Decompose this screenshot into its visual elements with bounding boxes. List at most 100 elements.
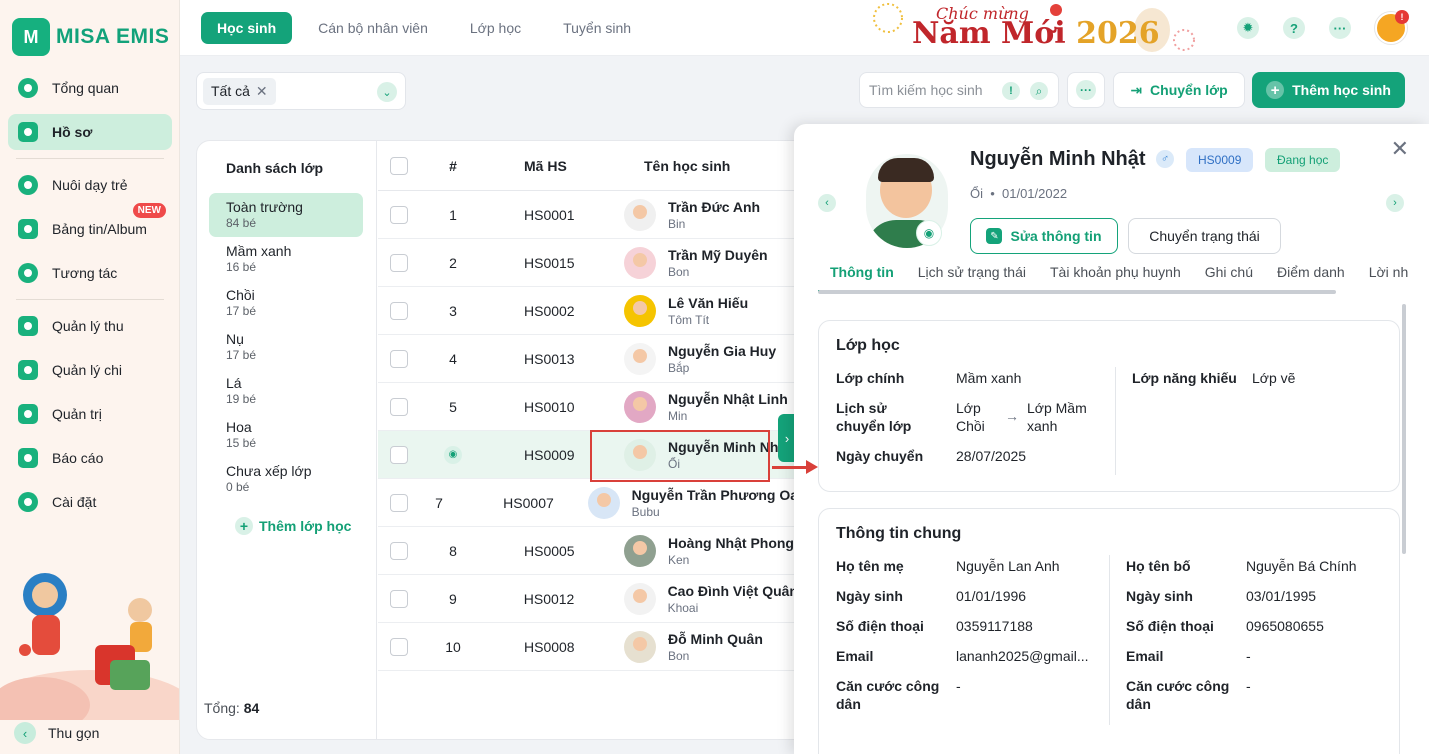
more-icon[interactable]: ··· (1329, 17, 1351, 39)
class-item-mam-xanh[interactable]: Mầm xanh 16 bé (209, 237, 363, 281)
sidebar-item-quan-tri[interactable]: Quản trị (8, 396, 172, 432)
row-checkbox[interactable] (390, 637, 408, 656)
sidebar-item-label: Quản lý chi (52, 362, 123, 378)
row-checkbox[interactable] (390, 493, 408, 512)
sidebar-item-bao-cao[interactable]: Báo cáo (8, 440, 172, 476)
add-class-button[interactable]: + Thêm lớp học (235, 517, 351, 535)
student-name[interactable]: Đỗ Minh Quân (668, 631, 763, 647)
camera-icon[interactable]: ◉ (916, 220, 942, 246)
class-item-la[interactable]: Lá 19 bé (209, 369, 363, 413)
tab-tai-khoan-phu-huynh[interactable]: Tài khoản phụ huynh (1038, 264, 1193, 292)
student-nickname: Min (668, 408, 688, 423)
tab-tuyen-sinh[interactable]: Tuyển sinh (547, 12, 647, 44)
table-row[interactable]: 5 HS0010 Nguyễn Nhật Linh Min (378, 383, 798, 431)
table-row[interactable]: 3 HS0002 Lê Văn Hiếu Tôm Tít (378, 287, 798, 335)
tab-lop-hoc[interactable]: Lớp học (454, 12, 537, 44)
row-checkbox[interactable] (390, 205, 408, 224)
row-checkbox-cell (378, 205, 422, 224)
class-list: Toàn trường 84 bé Mầm xanh 16 bé Chồi 17 bé… (209, 193, 363, 501)
sidebar-item-cai-dat[interactable]: Cài đặt (8, 484, 172, 520)
close-icon[interactable]: ✕ (1391, 136, 1409, 162)
search-icon[interactable]: ⌕ (1030, 82, 1048, 100)
tab-ghi-chu[interactable]: Ghi chú (1193, 264, 1265, 292)
row-checkbox[interactable] (390, 349, 408, 368)
chevron-down-icon[interactable]: ⌄ (377, 82, 397, 102)
student-name[interactable]: Lê Văn Hiếu (668, 295, 748, 311)
class-item-chua-xep-lop[interactable]: Chưa xếp lớp 0 bé (209, 457, 363, 501)
father-dob: 03/01/1995 (1246, 588, 1317, 604)
student-code: HS0010 (524, 398, 575, 415)
student-name[interactable]: Nguyễn Trần Phương Oa (632, 487, 798, 503)
class-item-choi[interactable]: Chồi 17 bé (209, 281, 363, 325)
student-name[interactable]: Trần Mỹ Duyên (668, 247, 768, 263)
tab-hoc-sinh[interactable]: Học sinh (201, 12, 293, 44)
row-checkbox-cell (378, 253, 422, 272)
transfer-class-button[interactable]: ⇥ Chuyển lớp (1113, 72, 1245, 108)
student-name[interactable]: Hoàng Nhật Phong (668, 535, 794, 551)
transfer-label: Chuyển lớp (1150, 82, 1228, 98)
tabs-scrollbar[interactable] (818, 290, 1336, 294)
class-filter[interactable]: Tất cả ✕ ⌄ (196, 72, 406, 110)
sidebar-item-tuong-tac[interactable]: Tương tác (8, 255, 172, 291)
table-row[interactable]: 7 HS0007 Nguyễn Trần Phương Oa Bubu (378, 479, 798, 527)
class-item-hoa[interactable]: Hoa 15 bé (209, 413, 363, 457)
panel-scrollbar[interactable] (1402, 304, 1406, 554)
eye-icon[interactable]: ◉ (444, 445, 462, 464)
class-item-nu[interactable]: Nụ 17 bé (209, 325, 363, 369)
sidebar-item-nuoi-day-tre[interactable]: Nuôi dạy trẻ (8, 167, 172, 203)
help-icon[interactable]: ? (1283, 17, 1305, 39)
logo[interactable]: M MISA EMIS (12, 18, 169, 56)
student-name[interactable]: Cao Đình Việt Quân (668, 583, 798, 599)
tab-lich-su-trang-thai[interactable]: Lịch sử trạng thái (906, 264, 1038, 292)
more-actions-button[interactable]: ··· (1067, 72, 1105, 108)
row-checkbox[interactable] (390, 445, 408, 464)
table-header: # Mã HS Tên học sinh (378, 141, 798, 191)
student-name[interactable]: Trần Đức Anh (668, 199, 760, 215)
table-row[interactable]: 8 HS0005 Hoàng Nhật Phong Ken (378, 527, 798, 575)
row-checkbox[interactable] (390, 253, 408, 272)
row-checkbox[interactable] (390, 541, 408, 560)
mother-phone-label: Số điện thoại (836, 618, 924, 634)
close-icon[interactable]: ✕ (256, 83, 268, 100)
add-student-button[interactable]: + Thêm học sinh (1252, 72, 1405, 108)
select-all-checkbox[interactable] (390, 156, 408, 175)
filter-chip[interactable]: Tất cả ✕ (203, 77, 276, 105)
row-num: 7 (435, 494, 443, 511)
table-row[interactable]: 4 HS0013 Nguyễn Gia Huy Bắp (378, 335, 798, 383)
tab-loi-nhan[interactable]: Lời nh (1357, 264, 1421, 292)
sidebar-item-tong-quan[interactable]: Tổng quan (8, 70, 172, 106)
sidebar-item-bang-tin-album[interactable]: Bảng tin/Album NEW (8, 203, 172, 247)
sidebar-item-quan-ly-chi[interactable]: Quản lý chi (8, 352, 172, 388)
collapse-button[interactable]: ‹ Thu gọn (14, 722, 99, 744)
class-list-title: Danh sách lớp (226, 160, 324, 176)
next-student-icon[interactable]: › (1386, 194, 1404, 212)
table-row[interactable]: 10 HS0008 Đỗ Minh Quân Bon (378, 623, 798, 671)
student-name-block: Lê Văn Hiếu Tôm Tít (668, 295, 748, 327)
class-section-title: Lớp học (836, 337, 900, 354)
student-name[interactable]: Nguyễn Nhật Linh (668, 391, 788, 407)
student-name[interactable]: Nguyễn Gia Huy (668, 343, 776, 359)
row-checkbox[interactable] (390, 301, 408, 320)
edit-info-button[interactable]: ✎ Sửa thông tin (970, 218, 1118, 254)
table-row[interactable]: 9 HS0012 Cao Đình Việt Quân Khoai (378, 575, 798, 623)
sidebar-item-label: Quản trị (52, 406, 102, 422)
row-num: 1 (449, 206, 457, 223)
sidebar-item-ho-so[interactable]: Hồ sơ (8, 114, 172, 150)
sidebar-item-quan-ly-thu[interactable]: Quản lý thu (8, 308, 172, 344)
table-row[interactable]: 1 HS0001 Trần Đức Anh Bin (378, 191, 798, 239)
tab-can-bo-nhan-vien[interactable]: Cán bộ nhân viên (302, 12, 444, 44)
row-num: 3 (449, 302, 457, 319)
settings-gear-icon[interactable]: ✹ (1237, 17, 1259, 39)
table-row[interactable]: 2 HS0015 Trần Mỹ Duyên Bon (378, 239, 798, 287)
tab-diem-danh[interactable]: Điểm danh (1265, 264, 1357, 292)
search-input[interactable]: Tìm kiếm học sinh ! ⌕ (859, 72, 1059, 108)
tab-thong-tin[interactable]: Thông tin (818, 264, 906, 292)
previous-student-icon[interactable]: ‹ (818, 194, 836, 212)
change-status-button[interactable]: Chuyển trạng thái (1128, 218, 1281, 254)
row-checkbox-cell (378, 637, 422, 656)
row-checkbox[interactable] (390, 397, 408, 416)
class-item-toan-truong[interactable]: Toàn trường 84 bé (209, 193, 363, 237)
info-icon[interactable]: ! (1002, 82, 1020, 100)
row-checkbox[interactable] (390, 589, 408, 608)
user-avatar[interactable]: ! (1375, 10, 1409, 44)
